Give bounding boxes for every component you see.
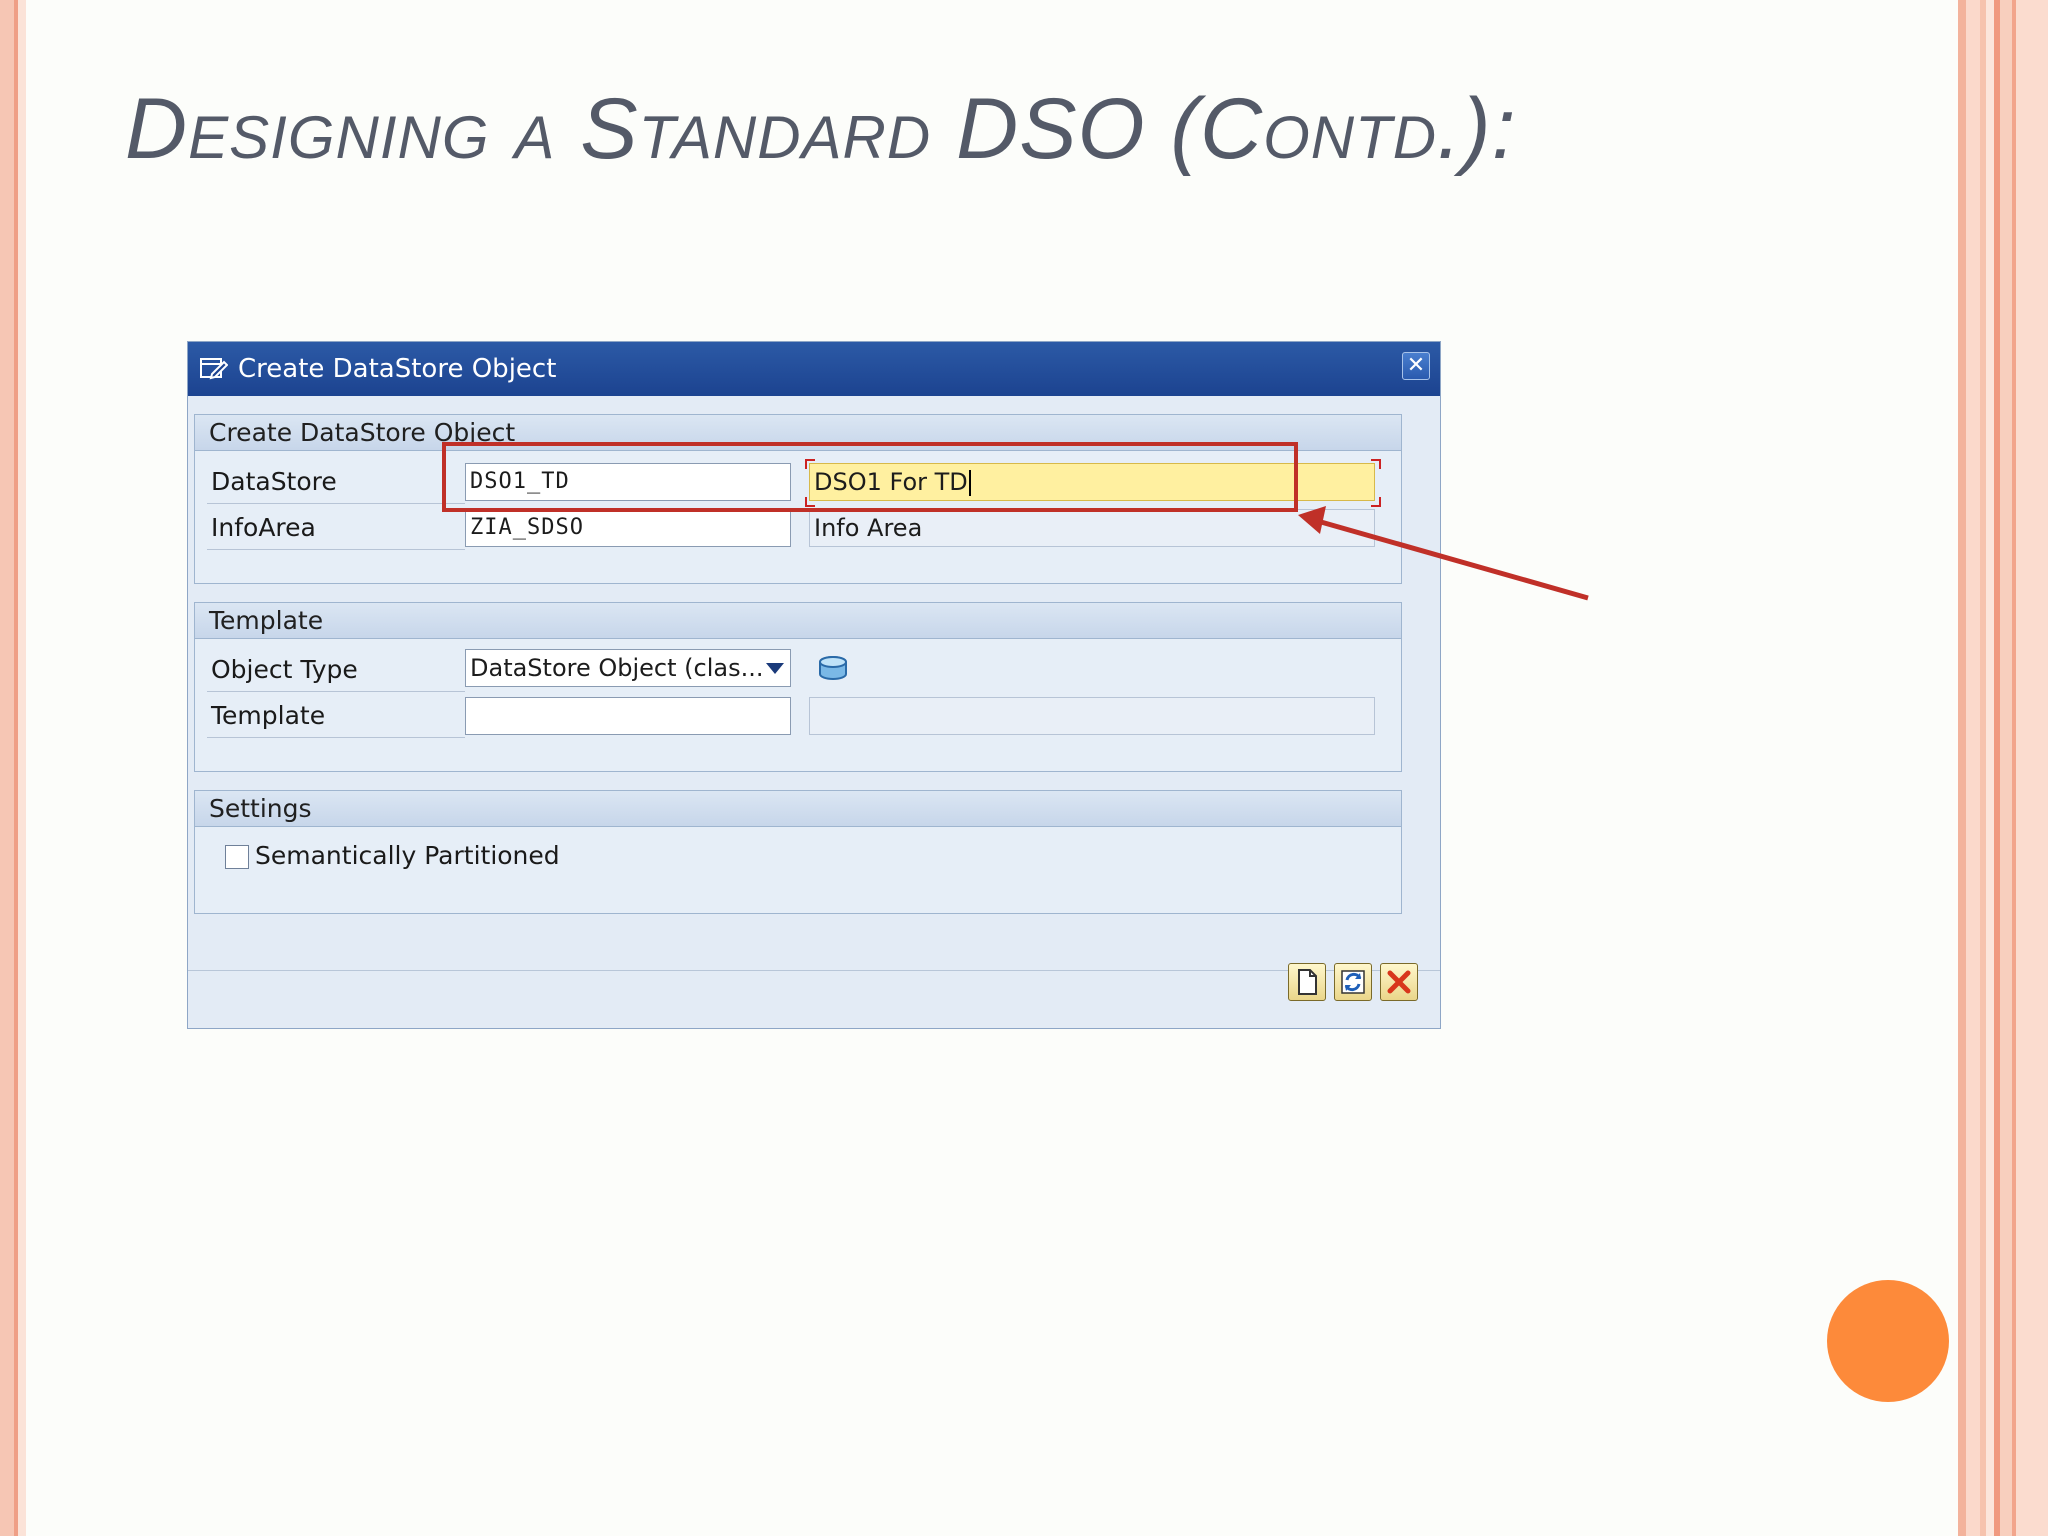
group-header: Template (195, 603, 1401, 639)
dialog-edit-icon (200, 356, 229, 380)
close-icon[interactable]: ✕ (1402, 352, 1430, 380)
refresh-icon (1341, 970, 1365, 994)
annotation-arrow (1298, 506, 1589, 601)
semantically-partitioned-label: Semantically Partitioned (255, 841, 560, 870)
label-underline (207, 691, 465, 692)
dialog-title: Create DataStore Object (238, 354, 557, 384)
dialog-titlebar: Create DataStore Object ✕ (188, 342, 1440, 396)
refresh-button[interactable] (1334, 963, 1372, 1001)
infoarea-label: InfoArea (211, 513, 316, 542)
object-type-value: DataStore Object (clas... (470, 654, 764, 682)
template-label: Template (211, 701, 326, 730)
group-header: Settings (195, 791, 1401, 827)
focus-corner (1371, 459, 1381, 469)
label-underline (207, 737, 465, 738)
highlight-box (442, 442, 1298, 512)
right-border-stripe (1986, 0, 1994, 1536)
chevron-down-icon[interactable] (766, 663, 784, 674)
object-type-label: Object Type (211, 655, 358, 684)
semantically-partitioned-checkbox[interactable] (225, 845, 249, 869)
new-document-icon (1298, 969, 1317, 995)
left-border-stripe (18, 0, 26, 1536)
right-border-stripe (1966, 0, 1980, 1536)
object-type-dropdown[interactable]: DataStore Object (clas... (465, 649, 791, 687)
datastore-label: DataStore (211, 467, 337, 496)
left-border-stripe (0, 0, 14, 1536)
cylinder-icon[interactable] (817, 655, 849, 685)
new-document-button[interactable] (1288, 963, 1326, 1001)
decorative-orange-dot (1827, 1280, 1949, 1402)
infoarea-field[interactable]: ZIA_SDSO (465, 509, 791, 547)
cancel-icon (1387, 970, 1411, 994)
group-settings: Settings Semantically Partitioned (194, 790, 1402, 914)
footer-divider (188, 970, 1440, 971)
label-underline (207, 549, 465, 550)
group-template: Template Object Type DataStore Object (c… (194, 602, 1402, 772)
right-border-stripe (1958, 0, 1966, 1536)
right-border-stripe (2000, 0, 2012, 1536)
template-description (809, 697, 1375, 735)
label-underline (207, 503, 465, 504)
right-border-stripe (2016, 0, 2048, 1536)
template-field[interactable] (465, 697, 791, 735)
slide-title: Designing a Standard DSO (Contd.): (125, 81, 1517, 177)
cancel-button[interactable] (1380, 963, 1418, 1001)
